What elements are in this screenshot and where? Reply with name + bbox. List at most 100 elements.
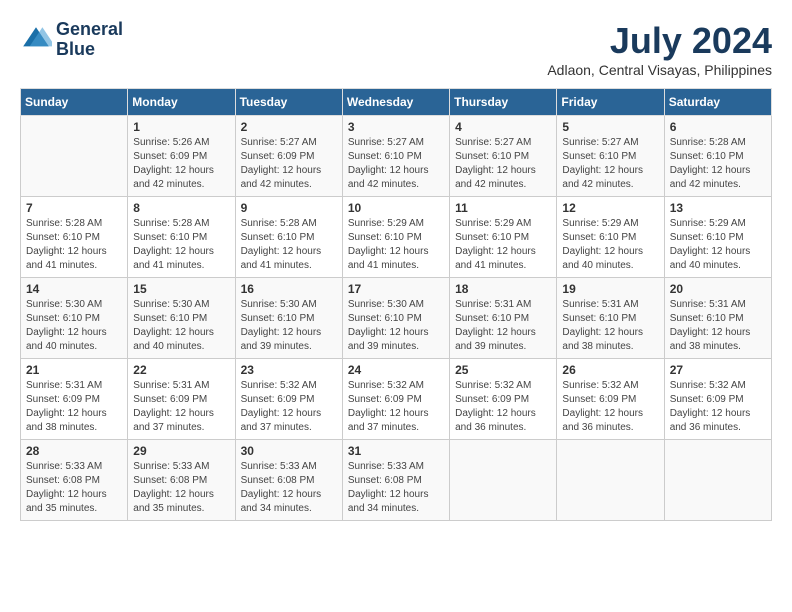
calendar-cell: 28 Sunrise: 5:33 AM Sunset: 6:08 PM Dayli… xyxy=(21,440,128,521)
calendar-body: 1Sunrise: 5:26 AM Sunset: 6:09 PM Daylig… xyxy=(21,116,772,521)
calendar-cell: 25Sunrise: 5:32 AM Sunset: 6:09 PM Dayli… xyxy=(450,359,557,440)
weekday-header: Saturday xyxy=(664,89,771,116)
day-number: 11 xyxy=(455,201,551,215)
day-info: Sunrise: 5:29 AM Sunset: 6:10 PM Dayligh… xyxy=(455,217,551,273)
day-number: 16 xyxy=(241,282,337,296)
calendar-table: SundayMondayTuesdayWednesdayThursdayFrid… xyxy=(20,88,772,521)
day-number: 13 xyxy=(670,201,766,215)
day-info: Sunrise: 5:31 AM Sunset: 6:09 PM Dayligh… xyxy=(26,379,122,435)
calendar-cell: 6Sunrise: 5:28 AM Sunset: 6:10 PM Daylig… xyxy=(664,116,771,197)
day-number: 3 xyxy=(348,120,444,134)
day-info: Sunrise: 5:33 AM Sunset: 6:08 PM Dayligh… xyxy=(241,460,337,516)
day-info: Sunrise: 5:30 AM Sunset: 6:10 PM Dayligh… xyxy=(348,298,444,354)
calendar-cell: 3 Sunrise: 5:27 AM Sunset: 6:10 PM Daylig… xyxy=(342,116,449,197)
day-number: 8 xyxy=(133,201,229,215)
day-info: Sunrise: 5:30 AM Sunset: 6:10 PM Dayligh… xyxy=(133,298,229,354)
day-number: 9 xyxy=(241,201,337,215)
day-info: Sunrise: 5:28 AM Sunset: 6:10 PM Dayligh… xyxy=(133,217,229,273)
day-info: Sunrise: 5:26 AM Sunset: 6:09 PM Dayligh… xyxy=(133,136,229,192)
calendar-cell xyxy=(664,440,771,521)
day-info: Sunrise: 5:33 AM Sunset: 6:08 PM Dayligh… xyxy=(26,460,122,516)
day-info: Sunrise: 5:27 AM Sunset: 6:10 PM Dayligh… xyxy=(348,136,444,192)
logo-text: General Blue xyxy=(56,20,123,60)
day-info: Sunrise: 5:33 AM Sunset: 6:08 PM Dayligh… xyxy=(133,460,229,516)
calendar-header-row: SundayMondayTuesdayWednesdayThursdayFrid… xyxy=(21,89,772,116)
calendar-cell: 12 Sunrise: 5:29 AM Sunset: 6:10 PM Dayli… xyxy=(557,197,664,278)
page-header: General Blue July 2024 Adlaon, Central V… xyxy=(20,20,772,78)
day-info: Sunrise: 5:32 AM Sunset: 6:09 PM Dayligh… xyxy=(348,379,444,435)
weekday-header: Friday xyxy=(557,89,664,116)
calendar-cell: 9 Sunrise: 5:28 AM Sunset: 6:10 PM Daylig… xyxy=(235,197,342,278)
logo-icon xyxy=(20,24,52,56)
calendar-cell: 13 Sunrise: 5:29 AM Sunset: 6:10 PM Dayli… xyxy=(664,197,771,278)
day-number: 22 xyxy=(133,363,229,377)
day-info: Sunrise: 5:31 AM Sunset: 6:10 PM Dayligh… xyxy=(455,298,551,354)
day-number: 10 xyxy=(348,201,444,215)
day-number: 12 xyxy=(562,201,658,215)
calendar-cell: 7Sunrise: 5:28 AM Sunset: 6:10 PM Daylig… xyxy=(21,197,128,278)
calendar-cell: 1Sunrise: 5:26 AM Sunset: 6:09 PM Daylig… xyxy=(128,116,235,197)
day-info: Sunrise: 5:31 AM Sunset: 6:09 PM Dayligh… xyxy=(133,379,229,435)
day-number: 28 xyxy=(26,444,122,458)
calendar-week-row: 14Sunrise: 5:30 AM Sunset: 6:10 PM Dayli… xyxy=(21,278,772,359)
calendar-week-row: 7 Sunrise: 5:28 AM Sunset: 6:10 PM Daylig… xyxy=(21,197,772,278)
calendar-cell: 18 Sunrise: 5:31 AM Sunset: 6:10 PM Dayli… xyxy=(450,278,557,359)
calendar-cell: 11 Sunrise: 5:29 AM Sunset: 6:10 PM Dayli… xyxy=(450,197,557,278)
day-number: 2 xyxy=(241,120,337,134)
day-info: Sunrise: 5:29 AM Sunset: 6:10 PM Dayligh… xyxy=(562,217,658,273)
weekday-header: Thursday xyxy=(450,89,557,116)
calendar-cell: 8 Sunrise: 5:28 AM Sunset: 6:10 PM Daylig… xyxy=(128,197,235,278)
day-number: 25 xyxy=(455,363,551,377)
calendar-cell: 29 Sunrise: 5:33 AM Sunset: 6:08 PM Dayli… xyxy=(128,440,235,521)
calendar-cell: 27 Sunrise: 5:32 AM Sunset: 6:09 PM Dayli… xyxy=(664,359,771,440)
calendar-cell: 31Sunrise: 5:33 AM Sunset: 6:08 PM Dayli… xyxy=(342,440,449,521)
calendar-week-row: 28 Sunrise: 5:33 AM Sunset: 6:08 PM Dayli… xyxy=(21,440,772,521)
day-number: 23 xyxy=(241,363,337,377)
day-number: 18 xyxy=(455,282,551,296)
calendar-cell: 23Sunrise: 5:32 AM Sunset: 6:09 PM Dayli… xyxy=(235,359,342,440)
calendar-cell: 15Sunrise: 5:30 AM Sunset: 6:10 PM Dayli… xyxy=(128,278,235,359)
calendar-cell: 30Sunrise: 5:33 AM Sunset: 6:08 PM Dayli… xyxy=(235,440,342,521)
calendar-cell: 20 Sunrise: 5:31 AM Sunset: 6:10 PM Dayli… xyxy=(664,278,771,359)
day-number: 26 xyxy=(562,363,658,377)
calendar-cell: 26 Sunrise: 5:32 AM Sunset: 6:09 PM Dayli… xyxy=(557,359,664,440)
weekday-header: Wednesday xyxy=(342,89,449,116)
day-info: Sunrise: 5:31 AM Sunset: 6:10 PM Dayligh… xyxy=(562,298,658,354)
day-info: Sunrise: 5:27 AM Sunset: 6:09 PM Dayligh… xyxy=(241,136,337,192)
month-year: July 2024 xyxy=(547,20,772,62)
day-number: 29 xyxy=(133,444,229,458)
location: Adlaon, Central Visayas, Philippines xyxy=(547,62,772,78)
day-info: Sunrise: 5:31 AM Sunset: 6:10 PM Dayligh… xyxy=(670,298,766,354)
day-info: Sunrise: 5:29 AM Sunset: 6:10 PM Dayligh… xyxy=(348,217,444,273)
day-number: 27 xyxy=(670,363,766,377)
calendar-cell: 14Sunrise: 5:30 AM Sunset: 6:10 PM Dayli… xyxy=(21,278,128,359)
day-number: 20 xyxy=(670,282,766,296)
weekday-header: Sunday xyxy=(21,89,128,116)
day-info: Sunrise: 5:27 AM Sunset: 6:10 PM Dayligh… xyxy=(455,136,551,192)
day-number: 4 xyxy=(455,120,551,134)
day-number: 24 xyxy=(348,363,444,377)
calendar-cell: 22 Sunrise: 5:31 AM Sunset: 6:09 PM Dayli… xyxy=(128,359,235,440)
day-info: Sunrise: 5:27 AM Sunset: 6:10 PM Dayligh… xyxy=(562,136,658,192)
calendar-cell: 24 Sunrise: 5:32 AM Sunset: 6:09 PM Dayli… xyxy=(342,359,449,440)
weekday-header: Tuesday xyxy=(235,89,342,116)
calendar-cell xyxy=(557,440,664,521)
calendar-cell: 4 Sunrise: 5:27 AM Sunset: 6:10 PM Daylig… xyxy=(450,116,557,197)
day-info: Sunrise: 5:32 AM Sunset: 6:09 PM Dayligh… xyxy=(562,379,658,435)
day-number: 5 xyxy=(562,120,658,134)
day-number: 21 xyxy=(26,363,122,377)
calendar-cell: 17 Sunrise: 5:30 AM Sunset: 6:10 PM Dayli… xyxy=(342,278,449,359)
day-info: Sunrise: 5:32 AM Sunset: 6:09 PM Dayligh… xyxy=(670,379,766,435)
calendar-cell: 21 Sunrise: 5:31 AM Sunset: 6:09 PM Dayli… xyxy=(21,359,128,440)
day-number: 19 xyxy=(562,282,658,296)
calendar-week-row: 21 Sunrise: 5:31 AM Sunset: 6:09 PM Dayli… xyxy=(21,359,772,440)
calendar-cell: 5 Sunrise: 5:27 AM Sunset: 6:10 PM Daylig… xyxy=(557,116,664,197)
calendar-cell: 2 Sunrise: 5:27 AM Sunset: 6:09 PM Daylig… xyxy=(235,116,342,197)
calendar-cell xyxy=(450,440,557,521)
day-number: 17 xyxy=(348,282,444,296)
day-info: Sunrise: 5:29 AM Sunset: 6:10 PM Dayligh… xyxy=(670,217,766,273)
calendar-cell: 10 Sunrise: 5:29 AM Sunset: 6:10 PM Dayli… xyxy=(342,197,449,278)
day-info: Sunrise: 5:28 AM Sunset: 6:10 PM Dayligh… xyxy=(241,217,337,273)
day-info: Sunrise: 5:33 AM Sunset: 6:08 PM Dayligh… xyxy=(348,460,444,516)
day-number: 7 xyxy=(26,201,122,215)
